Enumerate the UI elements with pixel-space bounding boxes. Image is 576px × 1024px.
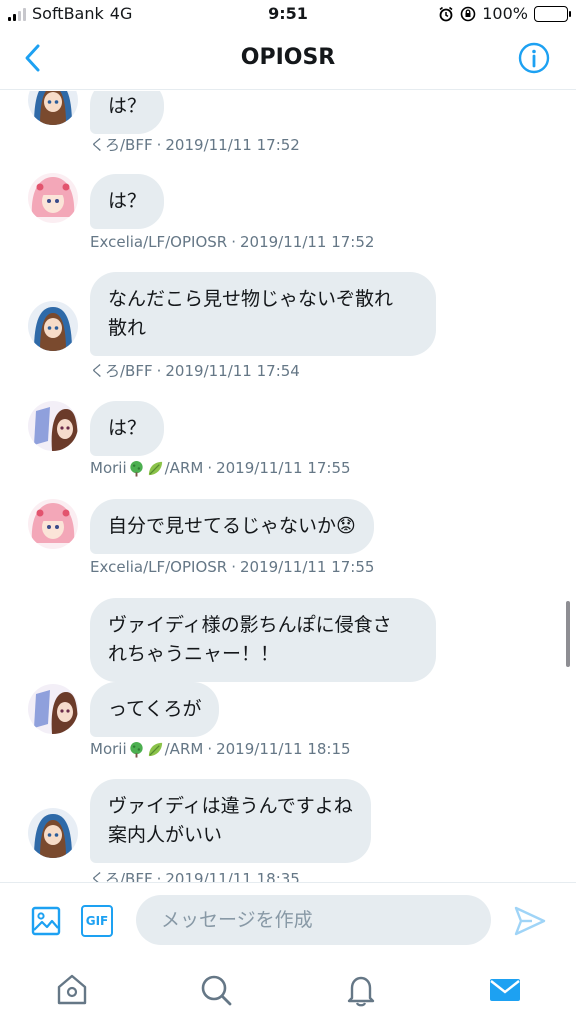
gif-button[interactable]: GIF <box>81 905 113 937</box>
message-bubble[interactable]: ってくろが <box>90 682 220 737</box>
message-meta: Morii /ARM · 2019/11/11 17:55 <box>90 459 351 477</box>
scrollbar[interactable] <box>566 601 570 667</box>
message-line: 案内人がいい <box>108 824 223 846</box>
leaf-icon <box>148 742 162 756</box>
message-list[interactable]: は？ くろ/BFF · 2019/11/11 17:52 は？ Excelia/LF… <box>0 91 576 882</box>
message-line: 散れ <box>108 317 147 339</box>
message-time: 2019/11/11 17:55 <box>216 459 351 477</box>
image-icon[interactable] <box>30 905 62 937</box>
message-text: 自分で見せてるじゃないか <box>108 515 337 537</box>
message-time: 2019/11/11 17:55 <box>240 558 375 576</box>
sender-name: Excelia/LF/OPIOSR <box>90 558 228 576</box>
tree-icon <box>129 460 143 477</box>
status-right: 100% <box>438 4 571 23</box>
message-time: 2019/11/11 17:52 <box>165 135 300 154</box>
conversation-title[interactable]: OPIOSR <box>0 45 576 70</box>
message-bubble[interactable]: は？ <box>90 91 165 134</box>
avatar-excelia[interactable] <box>28 499 78 549</box>
sender-name: Excelia/LF/OPIOSR <box>90 233 228 251</box>
message-time: 2019/11/11 18:15 <box>216 740 351 758</box>
avatar-kuro[interactable] <box>28 808 78 858</box>
orientation-lock-icon <box>460 6 476 21</box>
message-line: ヴァイディは違うんですよね <box>108 795 353 817</box>
message-bubble[interactable]: ヴァイディは違うんですよね 案内人がいい <box>90 779 371 863</box>
message-meta: Excelia/LF/OPIOSR · 2019/11/11 17:52 <box>90 233 375 251</box>
mail-icon[interactable] <box>487 972 523 1008</box>
tab-bar <box>0 958 576 1024</box>
worried-face-icon: 😟 <box>336 515 356 537</box>
message-line: なんだこら見せ物じゃないぞ散れ <box>108 288 394 310</box>
message-bubble[interactable]: なんだこら見せ物じゃないぞ散れ 散れ <box>90 272 436 356</box>
search-icon[interactable] <box>198 972 234 1008</box>
home-icon[interactable] <box>54 972 90 1008</box>
message-meta: くろ/BFF · 2019/11/11 18:35 <box>90 868 300 883</box>
avatar-kuro[interactable] <box>28 91 78 125</box>
avatar-excelia[interactable] <box>28 173 78 223</box>
sender-name: Morii <box>90 740 127 758</box>
sender-name: くろ/BFF <box>90 870 153 882</box>
battery-percent: 100% <box>482 4 528 23</box>
message-time: 2019/11/11 17:52 <box>240 233 375 251</box>
sender-name: Morii <box>90 459 127 477</box>
message-line: ヴァイディ様の影ちんぽに侵食さ <box>108 614 392 636</box>
message-meta: Morii /ARM · 2019/11/11 18:15 <box>90 740 351 758</box>
info-icon[interactable] <box>518 42 550 74</box>
message-bubble[interactable]: 自分で見せてるじゃないか😟 <box>90 499 374 554</box>
avatar-kuro[interactable] <box>28 301 78 351</box>
message-bubble[interactable]: ヴァイディ様の影ちんぽに侵食さ れちゃうニャー！！ <box>90 598 436 682</box>
status-bar: SoftBank 4G 9:51 100% <box>0 0 576 28</box>
sender-suffix: /ARM <box>164 459 204 477</box>
message-input[interactable]: メッセージを作成 <box>136 895 491 945</box>
message-time: 2019/11/11 18:35 <box>165 869 300 883</box>
battery-icon <box>534 5 571 22</box>
alarm-icon <box>439 6 453 21</box>
message-meta: くろ/BFF · 2019/11/11 17:52 <box>90 135 300 155</box>
sender-name: くろ/BFF <box>90 136 153 154</box>
bell-icon[interactable] <box>343 972 379 1008</box>
sender-suffix: /ARM <box>164 740 204 758</box>
avatar-morii[interactable] <box>28 401 78 451</box>
message-meta: Excelia/LF/OPIOSR · 2019/11/11 17:55 <box>90 558 375 576</box>
send-icon[interactable] <box>512 903 548 939</box>
sender-name: くろ/BFF <box>90 362 153 380</box>
message-line: れちゃうニャー！！ <box>108 643 280 665</box>
message-bubble[interactable]: は？ <box>90 401 165 456</box>
message-composer: GIF メッセージを作成 <box>0 882 576 958</box>
message-time: 2019/11/11 17:54 <box>165 361 300 380</box>
conversation-header: OPIOSR <box>0 28 576 90</box>
message-bubble[interactable]: は？ <box>90 174 165 229</box>
message-meta: くろ/BFF · 2019/11/11 17:54 <box>90 361 300 381</box>
avatar-morii[interactable] <box>28 684 78 734</box>
leaf-icon <box>148 461 162 475</box>
tree-icon <box>129 741 143 758</box>
